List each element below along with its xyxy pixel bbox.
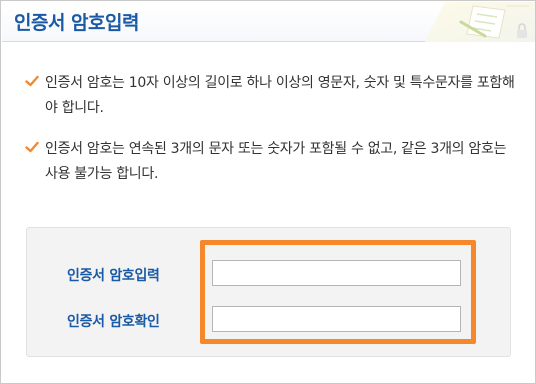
password-form-panel: 인증서 암호입력 인증서 암호확인 (26, 227, 511, 357)
decorative-header-graphic (425, 2, 535, 42)
rule-item: 인증서 암호는 10자 이상의 길이로 하나 이상의 영문자, 숫자 및 특수문… (25, 71, 515, 121)
checkmark-icon (25, 75, 39, 87)
password-label: 인증서 암호입력 (67, 268, 160, 284)
password-rules: 인증서 암호는 10자 이상의 길이로 하나 이상의 영문자, 숫자 및 특수문… (25, 71, 515, 203)
password-input[interactable] (212, 260, 461, 286)
certificate-password-dialog: 인증서 암호입력 인증서 암호는 10자 이상의 길이로 하나 이상의 영문자,… (0, 0, 536, 384)
title-bar: 인증서 암호입력 (2, 2, 535, 42)
password-confirm-label: 인증서 암호확인 (67, 314, 160, 330)
dialog-title: 인증서 암호입력 (14, 12, 139, 34)
checkmark-icon (25, 141, 39, 153)
rule-text: 인증서 암호는 10자 이상의 길이로 하나 이상의 영문자, 숫자 및 특수문… (45, 75, 515, 116)
rule-text: 인증서 암호는 연속된 3개의 문자 또는 숫자가 포함될 수 없고, 같은 3… (45, 141, 507, 182)
rule-item: 인증서 암호는 연속된 3개의 문자 또는 숫자가 포함될 수 없고, 같은 3… (25, 137, 515, 187)
password-confirm-input[interactable] (212, 306, 461, 332)
